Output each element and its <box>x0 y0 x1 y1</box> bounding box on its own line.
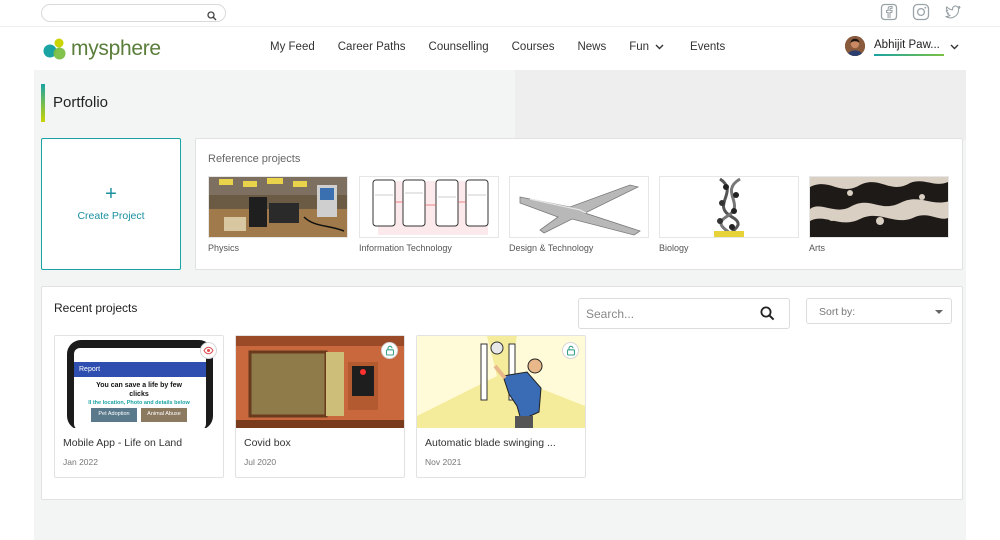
top-search-box[interactable] <box>41 4 226 24</box>
twitter-icon[interactable] <box>944 3 962 21</box>
mysphere-logo[interactable]: mysphere <box>42 36 161 62</box>
reference-thumbnail-arts <box>809 176 949 238</box>
nav-fun-label: Fun <box>629 41 650 53</box>
reference-projects-title: Reference projects <box>208 153 301 165</box>
search-icon[interactable] <box>760 306 775 326</box>
top-search-input[interactable] <box>42 7 202 24</box>
reference-item-biology[interactable]: Biology <box>659 176 799 253</box>
reference-projects-panel: Reference projects Physics Information T… <box>195 138 963 270</box>
project-card-mobile-app[interactable]: Report You can save a life by few clicks… <box>54 335 224 478</box>
project-title: Mobile App - Life on Land <box>63 437 183 449</box>
user-menu[interactable]: Abhijit Paw... <box>845 36 959 56</box>
reference-label-biology: Biology <box>659 243 689 253</box>
reference-label-arts: Arts <box>809 243 826 253</box>
page-title: Portfolio <box>53 94 109 111</box>
reference-label-design: Design & Technology <box>509 243 594 253</box>
nav-fun[interactable]: Fun <box>629 41 664 53</box>
project-thumbnail-mobile-app: Report You can save a life by few clicks… <box>55 336 223 428</box>
reference-thumbnail-it <box>359 176 499 238</box>
user-name[interactable]: Abhijit Paw... <box>874 39 944 56</box>
create-project-card[interactable]: + Create Project <box>41 138 181 270</box>
title-accent-bar <box>41 84 45 122</box>
project-thumbnail-automatic-blade <box>417 336 585 428</box>
nav-my-feed[interactable]: My Feed <box>270 41 315 53</box>
main-navbar: mysphere My Feed Career Paths Counsellin… <box>0 26 1000 70</box>
phone-subline: ll the location, Photo and details below <box>88 400 190 406</box>
phone-button-animal-abuse: Animal Abuse <box>147 411 181 417</box>
social-links <box>880 3 962 21</box>
reference-thumbnail-biology <box>659 176 799 238</box>
project-title: Automatic blade swinging ... <box>425 437 556 449</box>
reference-thumbnail-design <box>509 176 649 238</box>
nav-news[interactable]: News <box>577 41 606 53</box>
reference-label-physics: Physics <box>208 243 240 253</box>
lock-icon[interactable] <box>562 342 579 359</box>
instagram-icon[interactable] <box>912 3 930 21</box>
project-thumbnail-covid-box <box>236 336 404 428</box>
chevron-down-icon[interactable] <box>950 37 959 55</box>
eye-icon[interactable] <box>200 342 217 359</box>
recent-projects-title: Recent projects <box>54 301 138 315</box>
lock-icon[interactable] <box>381 342 398 359</box>
project-date: Jul 2020 <box>244 457 277 467</box>
project-search-box[interactable] <box>578 298 790 329</box>
project-search-input[interactable] <box>579 299 749 328</box>
phone-button-pet-adoption: Pet Adoption <box>98 411 130 417</box>
caret-down-icon <box>935 310 943 314</box>
nav-counselling[interactable]: Counselling <box>429 41 489 53</box>
project-title: Covid box <box>244 437 291 449</box>
nav-courses[interactable]: Courses <box>512 41 555 53</box>
nav-career-paths[interactable]: Career Paths <box>338 41 406 53</box>
page-background-accent <box>515 70 966 140</box>
logo-mark-icon <box>42 36 68 62</box>
project-card-automatic-blade[interactable]: Automatic blade swinging ... Nov 2021 <box>416 335 586 478</box>
phone-headline: You can save a life by few clicks <box>96 382 182 398</box>
reference-item-arts[interactable]: Arts <box>809 176 949 253</box>
plus-icon: + <box>105 183 117 205</box>
top-utility-bar <box>0 0 1000 26</box>
reference-thumbnail-physics <box>208 176 348 238</box>
project-card-covid-box[interactable]: Covid box Jul 2020 <box>235 335 405 478</box>
recent-projects-panel: Recent projects Sort by: Report You can … <box>41 286 963 500</box>
reference-label-it: Information Technology <box>359 243 452 253</box>
avatar[interactable] <box>845 36 865 56</box>
search-icon[interactable] <box>207 8 217 26</box>
create-project-label: Create Project <box>77 210 145 222</box>
reference-item-physics[interactable]: Physics <box>208 176 348 253</box>
phone-header: Report <box>79 366 101 373</box>
sort-by-select[interactable]: Sort by: <box>806 298 952 324</box>
facebook-icon[interactable] <box>880 3 898 21</box>
project-date: Nov 2021 <box>425 457 462 467</box>
sort-by-label: Sort by: <box>819 306 856 318</box>
nav-events[interactable]: Events <box>690 41 725 53</box>
brand-name: mysphere <box>71 37 161 60</box>
project-date: Jan 2022 <box>63 457 98 467</box>
primary-nav: My Feed Career Paths Counselling Courses… <box>270 41 748 53</box>
reference-item-information-technology[interactable]: Information Technology <box>359 176 499 253</box>
chevron-down-icon <box>655 41 664 53</box>
reference-item-design-technology[interactable]: Design & Technology <box>509 176 649 253</box>
